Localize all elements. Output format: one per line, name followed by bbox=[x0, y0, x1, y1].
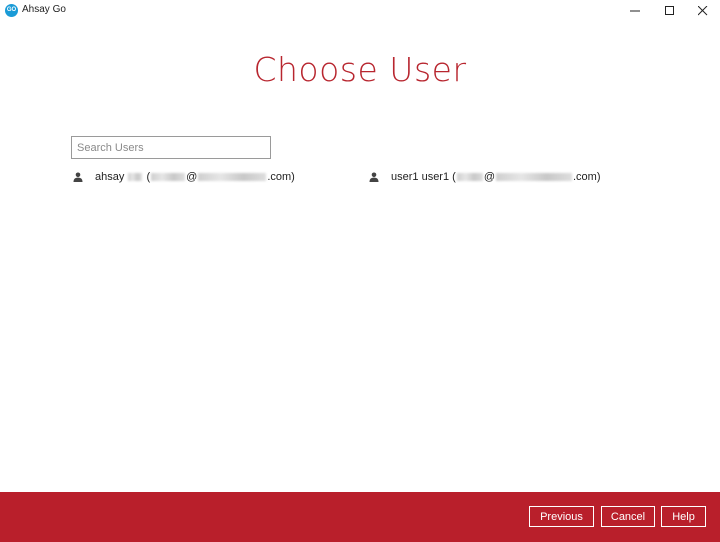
help-button[interactable]: Help bbox=[661, 506, 706, 527]
app-logo-icon: GO bbox=[5, 4, 18, 17]
minimize-button[interactable] bbox=[618, 0, 652, 22]
minimize-icon bbox=[630, 10, 640, 12]
user-label: ahsay (@ .com) bbox=[95, 171, 295, 183]
user-label: user1 user1 (@ .com) bbox=[391, 171, 601, 183]
search-users-input[interactable] bbox=[71, 136, 271, 159]
close-button[interactable] bbox=[686, 0, 720, 22]
window-title: Ahsay Go bbox=[22, 4, 66, 15]
user-icon bbox=[369, 172, 379, 182]
title-bar: GO Ahsay Go bbox=[0, 0, 720, 22]
user-list-item[interactable]: user1 user1 (@ .com) bbox=[369, 170, 601, 184]
close-icon bbox=[698, 6, 708, 16]
maximize-button[interactable] bbox=[653, 0, 687, 22]
footer-bar: Previous Cancel Help bbox=[0, 492, 720, 542]
maximize-icon bbox=[665, 6, 674, 15]
app-window: GO Ahsay Go Choose User ahsay (@.com) bbox=[0, 0, 720, 542]
user-icon bbox=[73, 172, 83, 182]
cancel-button[interactable]: Cancel bbox=[601, 506, 655, 527]
previous-button[interactable]: Previous bbox=[529, 506, 594, 527]
page-title: Choose User bbox=[253, 50, 467, 89]
user-list-item[interactable]: ahsay (@ .com) bbox=[73, 170, 295, 184]
